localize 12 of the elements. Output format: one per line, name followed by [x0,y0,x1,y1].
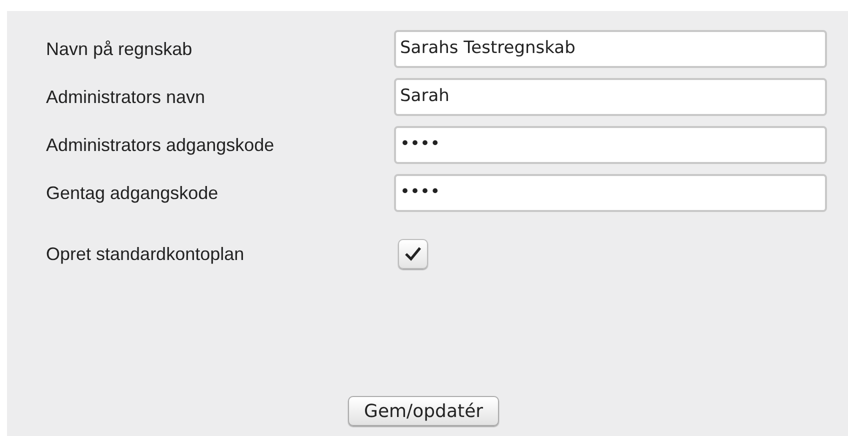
field-label: Gentag adgangskode [46,182,218,202]
checkmark-icon [404,246,422,262]
field-label: Navn på regnskab [46,38,192,58]
save-button[interactable]: Gem/opdatér [348,396,500,426]
password-field[interactable]: •••• [394,126,827,164]
input-field[interactable]: Sarah [394,78,827,116]
field-label: Administrators navn [46,86,206,106]
password-field[interactable]: •••• [394,174,827,212]
field-label: Opret standardkontoplan [46,244,244,264]
checkbox[interactable] [398,239,428,269]
field-label: Administrators adgangskode [46,134,274,154]
input-field[interactable]: Sarahs Testregnskab [394,30,827,68]
